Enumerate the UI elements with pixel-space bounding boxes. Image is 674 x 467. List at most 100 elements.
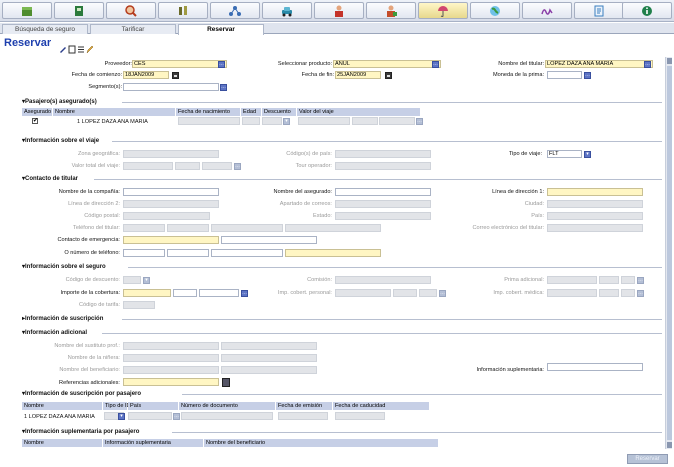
zona-input[interactable] — [123, 150, 219, 158]
ciudad-input[interactable] — [547, 200, 643, 208]
prima-input-1[interactable] — [547, 276, 597, 284]
telefono-input-1[interactable] — [123, 224, 165, 232]
scroll-thumb[interactable] — [667, 66, 672, 440]
tools-icon[interactable] — [158, 2, 208, 19]
proveedor-input[interactable]: CES — [132, 60, 227, 68]
document-icon[interactable] — [574, 2, 624, 19]
notebook-icon[interactable] — [54, 2, 104, 19]
suscripcion-section-header[interactable]: ▸Información de suscripción — [22, 315, 662, 323]
page-icon[interactable] — [68, 45, 76, 54]
fecha-emision-input[interactable] — [278, 412, 328, 420]
numero-input-4[interactable] — [285, 249, 381, 257]
cobertura-input-2[interactable] — [173, 289, 197, 297]
person-red-icon[interactable] — [314, 2, 364, 19]
producto-input[interactable]: ANUL — [333, 60, 441, 68]
prima-input-2[interactable] — [599, 276, 619, 284]
scroll-down-arrow[interactable] — [667, 442, 672, 448]
tab-reservar[interactable]: Reservar — [178, 24, 264, 35]
linea1-input[interactable] — [547, 188, 643, 196]
numero-input-1[interactable] — [123, 249, 165, 257]
vertical-scrollbar[interactable] — [665, 57, 672, 449]
producto-lookup-button[interactable]: … — [432, 61, 439, 68]
descuento-dropdown[interactable]: ▾ — [283, 118, 290, 125]
descuento-input[interactable] — [262, 117, 282, 125]
susc-pasajero-section-header[interactable]: ▾Información de suscripción por pasajero — [22, 390, 662, 398]
contacto-section-header[interactable]: ▾Contacto de titular — [22, 175, 662, 183]
telefono-input-3[interactable] — [211, 224, 283, 232]
cobertura-lookup-button[interactable]: … — [241, 290, 248, 297]
cobert-medica-input-2[interactable] — [599, 289, 619, 297]
pais-doc-lookup-button[interactable]: … — [173, 413, 180, 420]
codigo-pais-input[interactable] — [335, 150, 431, 158]
apartado-input[interactable] — [335, 200, 431, 208]
segmentos-input[interactable] — [123, 83, 219, 91]
cobert-personal-input-1[interactable] — [335, 289, 391, 297]
scroll-up-arrow[interactable] — [667, 58, 672, 64]
linea2-input[interactable] — [123, 200, 219, 208]
magnifier-icon[interactable] — [106, 2, 156, 19]
asegurado-checkbox[interactable]: ✔ — [32, 118, 38, 124]
cobert-personal-input-3[interactable] — [419, 289, 437, 297]
titular-lookup-button[interactable]: … — [644, 61, 651, 68]
tour-input[interactable] — [335, 162, 431, 170]
seguro-section-header[interactable]: ▾Información sobre el seguro — [22, 263, 662, 271]
emergencia-input-2[interactable] — [221, 236, 317, 244]
sustituto-input-2[interactable] — [221, 342, 317, 350]
list-icon[interactable] — [77, 45, 85, 54]
expand-icon[interactable] — [222, 378, 230, 387]
umbrella-icon[interactable] — [418, 2, 468, 19]
valor-viaje-input-2[interactable] — [352, 117, 378, 125]
fecha-nacimiento-input[interactable] — [178, 117, 240, 125]
info-icon[interactable] — [622, 2, 672, 19]
fin-input[interactable]: 25JAN2009 — [335, 71, 381, 79]
valor-total-input-2[interactable] — [175, 162, 200, 170]
beneficiario-input-2[interactable] — [221, 366, 317, 374]
cobertura-input-3[interactable] — [199, 289, 239, 297]
pasajeros-section-header[interactable]: ▾Pasajero(s) asegurado(s) — [22, 98, 662, 106]
compania-input[interactable] — [123, 188, 219, 196]
edit-icon[interactable] — [59, 45, 67, 54]
tipo-viaje-dropdown[interactable]: ▾ — [584, 151, 591, 158]
numero-documento-input[interactable] — [181, 412, 273, 420]
valor-total-input[interactable] — [123, 162, 173, 170]
segmentos-lookup-button[interactable]: … — [220, 84, 227, 91]
tab-busqueda[interactable]: Búsqueda de seguro — [2, 24, 88, 34]
tipo-id-dropdown[interactable]: ▾ — [118, 413, 125, 420]
numero-input-2[interactable] — [167, 249, 209, 257]
titular-input[interactable]: LOPEZ DAZA ANA MARIA — [545, 60, 653, 68]
sustituto-input[interactable] — [123, 342, 219, 350]
pais-doc-input[interactable] — [128, 412, 172, 420]
valor-viaje-input[interactable] — [298, 117, 350, 125]
calendar-icon[interactable] — [385, 72, 392, 79]
pencil-icon[interactable] — [86, 45, 94, 54]
proveedor-lookup-button[interactable]: … — [218, 61, 225, 68]
reservar-button[interactable]: Reservar — [627, 454, 668, 464]
globe-icon[interactable] — [470, 2, 520, 19]
car-icon[interactable] — [262, 2, 312, 19]
network-icon[interactable] — [210, 2, 260, 19]
edad-input[interactable] — [242, 117, 260, 125]
inicio-input[interactable]: 18JAN2009 — [123, 71, 169, 79]
beneficiario-input[interactable] — [123, 366, 219, 374]
correo-input[interactable] — [547, 224, 643, 232]
comision-input[interactable] — [335, 276, 431, 284]
cobert-medica-lookup-button[interactable]: … — [637, 290, 644, 297]
descuento-codigo-dropdown[interactable]: ▾ — [143, 277, 150, 284]
moneda-lookup-button[interactable]: … — [584, 72, 591, 79]
moneda-input[interactable] — [547, 71, 582, 79]
referencias-input[interactable] — [123, 378, 219, 386]
box-icon[interactable] — [2, 2, 52, 19]
prima-lookup-button[interactable]: … — [637, 277, 644, 284]
estado-input[interactable] — [335, 212, 431, 220]
suplementaria-input[interactable] — [547, 363, 643, 371]
ninera-input-2[interactable] — [221, 354, 317, 362]
calendar-icon[interactable] — [172, 72, 179, 79]
emergencia-input[interactable] — [123, 236, 219, 244]
cobert-personal-lookup-button[interactable]: … — [439, 290, 446, 297]
valor-total-lookup-button[interactable]: … — [234, 163, 241, 170]
cobertura-input-1[interactable] — [123, 289, 171, 297]
person-green-icon[interactable] — [366, 2, 416, 19]
valor-viaje-lookup-button[interactable]: … — [416, 118, 423, 125]
tarifa-input[interactable] — [123, 301, 155, 309]
cobert-medica-input-3[interactable] — [621, 289, 635, 297]
